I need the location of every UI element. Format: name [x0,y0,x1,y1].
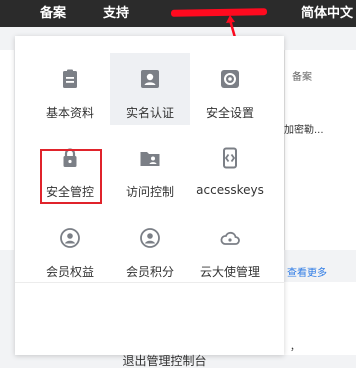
menu-item-label: accesskeys [196,183,264,197]
menu-item-access-control[interactable]: 访问控制 [110,132,190,204]
menu-item-label: 基本资料 [45,106,94,120]
menu-item-label: 安全设置 [205,106,254,120]
menu-item-label: 访问控制 [125,185,174,199]
redacted-username-scribble [170,8,268,17]
id-card-icon [63,69,77,88]
menu-divider [15,282,284,283]
member-icon [60,228,80,248]
points-icon [140,228,160,248]
background-text: 加密勒... [284,125,324,136]
gear-icon [221,70,239,88]
menu-item-label: 会员积分 [125,265,174,279]
background-more-link[interactable]: 查看更多 [287,264,327,279]
nav-language[interactable]: 简体中文 [301,0,353,27]
menu-item-member-points[interactable]: 会员积分 [110,212,190,284]
menu-item-security-settings[interactable]: 安全设置 [190,53,270,125]
background-beian-label: 备案 [292,72,312,83]
key-phone-icon [223,147,237,169]
cloud-icon [220,231,240,245]
menu-item-label: 实名认证 [125,106,174,120]
account-dropdown-menu: 基本资料 实名认证 安全设置 安全管控 访问控制 accesskeys 会员权益… [15,36,284,368]
top-nav-bar: 备案 支持 简体中文 [0,0,356,27]
folder-user-icon [140,152,160,166]
background-card-left [0,50,14,250]
menu-item-accesskeys[interactable]: accesskeys [190,132,270,204]
nav-support[interactable]: 支持 [103,0,129,27]
menu-item-label: 云大使管理 [199,265,260,279]
user-verify-icon [141,70,159,88]
menu-item-real-name[interactable]: 实名认证 [110,53,190,125]
menu-item-member-benefits[interactable]: 会员权益 [30,212,110,284]
menu-item-cloud-ambassador[interactable]: 云大使管理 [190,212,270,284]
nav-beian[interactable]: 备案 [40,0,66,27]
menu-item-label: 会员权益 [45,265,94,279]
logout-link[interactable]: 退出管理控制台 [30,354,299,368]
menu-item-basic-info[interactable]: 基本资料 [30,53,110,125]
annotation-highlight-box [40,149,102,204]
background-comma: ， [290,342,300,353]
